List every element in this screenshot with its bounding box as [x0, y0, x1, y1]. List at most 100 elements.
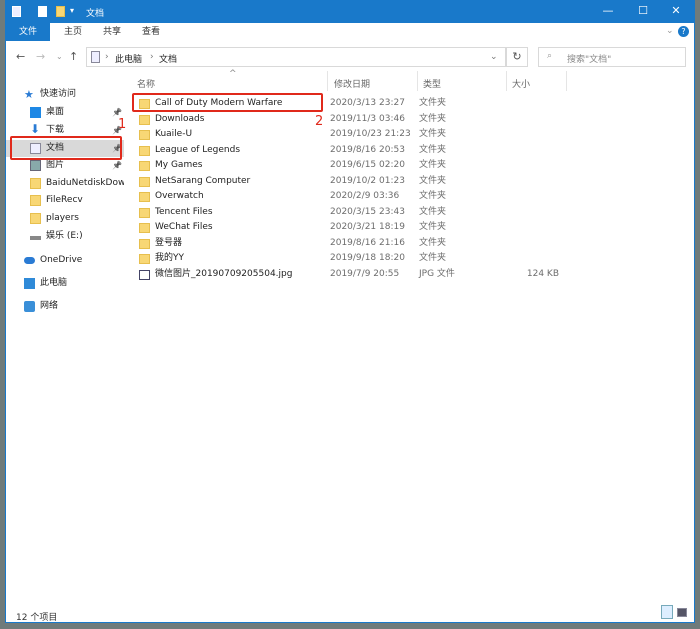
- column-header-name[interactable]: 名称: [137, 77, 155, 90]
- file-row[interactable]: Downloads 2019/11/3 03:46 文件夹: [137, 112, 569, 127]
- file-date: 2019/8/16 21:16: [330, 237, 405, 248]
- breadcrumb-this-pc[interactable]: 此电脑: [115, 52, 142, 65]
- maximize-button[interactable]: ☐: [628, 4, 658, 17]
- file-type: JPG 文件: [419, 268, 455, 279]
- file-name: WeChat Files: [155, 222, 213, 232]
- file-row[interactable]: WeChat Files 2020/3/21 18:19 文件夹: [137, 220, 569, 235]
- back-button[interactable]: ←: [16, 50, 25, 63]
- drive-icon: [30, 236, 41, 240]
- folder-icon: [139, 114, 150, 125]
- details-view-button[interactable]: [661, 605, 673, 619]
- file-date: 2020/3/15 23:43: [330, 206, 405, 217]
- minimize-button[interactable]: —: [593, 4, 623, 17]
- help-icon[interactable]: ?: [678, 26, 689, 37]
- forward-button[interactable]: →: [36, 50, 45, 63]
- folder-icon: [139, 223, 150, 233]
- address-bar[interactable]: › 此电脑 › 文档 ⌄: [86, 47, 506, 67]
- desktop-icon: [30, 107, 41, 118]
- folder-icon: [139, 176, 150, 187]
- breadcrumb-documents[interactable]: 文档: [159, 52, 177, 65]
- up-button[interactable]: ↑: [69, 50, 78, 63]
- file-date: 2019/6/15 02:20: [330, 160, 405, 170]
- folder-icon: [30, 195, 41, 206]
- document-icon: [91, 51, 100, 63]
- search-icon: ⌕: [547, 51, 553, 61]
- sidebar-item-label: BaiduNetdiskDownl: [46, 178, 124, 188]
- file-size: 124 KB: [526, 268, 559, 279]
- search-input[interactable]: ⌕ 搜索"文档": [538, 47, 686, 67]
- file-type: 文件夹: [419, 237, 447, 248]
- tab-share[interactable]: 共享: [93, 23, 131, 41]
- new-folder-icon[interactable]: [56, 6, 65, 17]
- network-icon: [24, 301, 35, 312]
- address-dropdown-icon[interactable]: ⌄: [490, 52, 498, 62]
- file-type: 文件夹: [419, 144, 447, 155]
- sidebar-item[interactable]: 桌面 📌: [6, 104, 124, 121]
- tab-view[interactable]: 查看: [132, 23, 170, 41]
- close-button[interactable]: ✕: [661, 4, 691, 17]
- sidebar-item[interactable]: players: [6, 210, 124, 227]
- file-name: 我的YY: [155, 253, 184, 263]
- file-date: 2019/10/23 21:23: [330, 129, 411, 139]
- breadcrumb-separator: ›: [150, 52, 154, 62]
- sidebar-item[interactable]: 网络: [6, 298, 124, 315]
- refresh-button[interactable]: ↻: [506, 47, 528, 67]
- quick-access-dropdown-icon[interactable]: ▾: [70, 6, 74, 15]
- sort-indicator-icon: ^: [229, 69, 237, 79]
- file-name: Downloads: [155, 113, 205, 124]
- sidebar-item-label: players: [46, 213, 79, 223]
- recent-locations-button[interactable]: ⌄: [56, 52, 63, 61]
- download-icon: ⬇: [30, 122, 41, 136]
- file-row[interactable]: Kuaile-U 2019/10/23 21:23 文件夹: [137, 127, 569, 142]
- file-type: 文件夹: [419, 129, 447, 139]
- file-icon: [12, 6, 21, 17]
- file-name: 微信图片_20190709205504.jpg: [155, 268, 293, 279]
- file-row[interactable]: Overwatch 2020/2/9 03:36 文件夹: [137, 189, 569, 204]
- sidebar-item[interactable]: ★ 快速访问: [6, 86, 124, 103]
- folder-icon: [30, 213, 41, 224]
- file-row[interactable]: 我的YY 2019/9/18 18:20 文件夹: [137, 251, 569, 266]
- file-date: 2020/3/13 23:27: [330, 98, 405, 108]
- address-row: ← → ⌄ ↑ › 此电脑 › 文档 ⌄ ↻ ⌕ 搜索"文档": [6, 45, 694, 69]
- file-row[interactable]: League of Legends 2019/8/16 20:53 文件夹: [137, 143, 569, 158]
- file-date: 2019/8/16 20:53: [330, 144, 405, 155]
- file-row[interactable]: 登号器 2019/8/16 21:16 文件夹: [137, 236, 569, 251]
- file-type: 文件夹: [419, 191, 447, 201]
- highlight-box-call-of-duty: [132, 93, 323, 112]
- column-header-date[interactable]: 修改日期: [334, 77, 370, 90]
- sidebar-item[interactable]: FileRecv: [6, 192, 124, 209]
- properties-icon[interactable]: [38, 6, 47, 17]
- file-date: 2020/3/21 18:19: [330, 222, 405, 232]
- breadcrumb-separator: ›: [105, 52, 109, 62]
- sidebar-item-label: 网络: [40, 301, 59, 311]
- file-type: 文件夹: [419, 222, 447, 232]
- file-type: 文件夹: [419, 160, 447, 170]
- file-row[interactable]: 微信图片_20190709205504.jpg 2019/7/9 20:55 JPG…: [137, 267, 569, 282]
- tab-home[interactable]: 主页: [54, 23, 92, 41]
- tab-file[interactable]: 文件: [6, 23, 50, 41]
- file-date: 2019/10/2 01:23: [330, 175, 405, 186]
- sidebar-item[interactable]: 娱乐 (E:): [6, 228, 124, 245]
- sidebar-item[interactable]: 此电脑: [6, 275, 124, 292]
- column-header-type[interactable]: 类型: [423, 77, 441, 90]
- image-file-icon: [139, 269, 150, 280]
- computer-icon: [24, 278, 35, 289]
- annotation-1: 1: [118, 117, 127, 132]
- file-row[interactable]: My Games 2019/6/15 02:20 文件夹: [137, 158, 569, 173]
- sidebar-item-label: 此电脑: [40, 278, 68, 288]
- column-header-size[interactable]: 大小: [512, 77, 530, 90]
- file-row[interactable]: NetSarang Computer 2019/10/2 01:23 文件夹: [137, 174, 569, 189]
- file-date: 2019/11/3 03:46: [330, 113, 405, 124]
- folder-icon: [139, 254, 150, 264]
- file-row[interactable]: Tencent Files 2020/3/15 23:43 文件夹: [137, 205, 569, 220]
- cloud-icon: [24, 257, 35, 264]
- ribbon-expand-icon[interactable]: ⌄: [666, 26, 674, 36]
- file-name: Overwatch: [155, 191, 204, 201]
- annotation-2: 2: [315, 114, 324, 129]
- sidebar-item[interactable]: OneDrive: [6, 252, 124, 269]
- file-name: My Games: [155, 160, 203, 170]
- sidebar-item[interactable]: BaiduNetdiskDownl: [6, 175, 124, 192]
- highlight-box-documents: [10, 136, 122, 160]
- file-date: 2019/7/9 20:55: [330, 268, 400, 279]
- large-icons-view-button[interactable]: [677, 608, 687, 617]
